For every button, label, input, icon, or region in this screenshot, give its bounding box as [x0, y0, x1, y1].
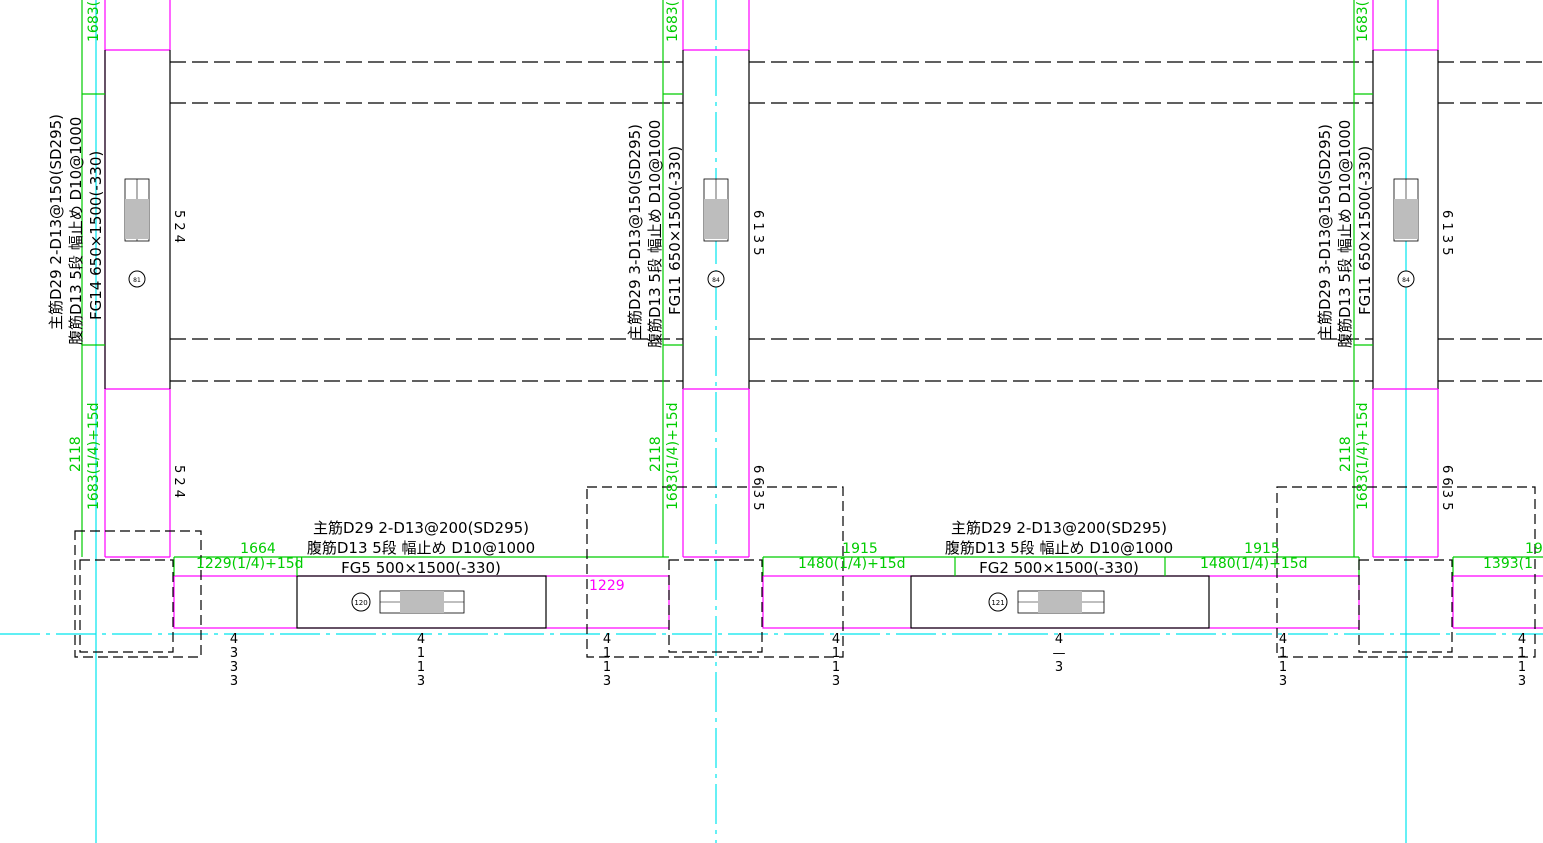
dim-end-right: 1480(1/4)+15d: [1200, 556, 1308, 572]
column-lower-stack: 6 6 3 5: [750, 465, 765, 510]
dim-top: 1683(1: [86, 0, 102, 42]
column-lower-stack: 6 6 3 5: [1439, 465, 1454, 510]
column-main-rebar: 主筋D29 3-D13@150(SD295): [1316, 124, 1334, 340]
dim-right: 1229: [589, 578, 625, 594]
bubble-number: 84: [1402, 277, 1410, 284]
bottom-stack: 4113: [1518, 632, 1526, 689]
dim-top-left: 1915: [842, 541, 878, 557]
dim-end-left: 1480(1/4)+15d: [798, 556, 906, 572]
bottom-stack: 4113: [832, 632, 840, 689]
dim-top-right: 1915: [1244, 541, 1280, 557]
column-upper-stack: 6 1 3 5: [1439, 210, 1454, 255]
column-web-rebar: 腹筋D13 5段 幅止め D10@1000: [67, 117, 85, 345]
column-1-labels: FG14 650×1500(-330): [87, 151, 105, 320]
column-main-rebar: 主筋D29 2-D13@150(SD295): [47, 114, 65, 330]
bottom-stack: 4333: [230, 632, 238, 689]
column-main-rebar: 主筋D29 3-D13@150(SD295): [626, 124, 644, 340]
column-web-rebar: 腹筋D13 5段 幅止め D10@1000: [646, 120, 664, 348]
beam-web-rebar: 腹筋D13 5段 幅止め D10@1000: [945, 539, 1173, 557]
bubble-number: 81: [133, 277, 141, 284]
bottom-stack: 4113: [603, 632, 611, 689]
bottom-stack: 4113: [417, 632, 425, 689]
column-beam-label: FG14 650×1500(-330): [87, 151, 105, 320]
dim-top: 1683(: [665, 1, 681, 42]
beam-label: FG2 500×1500(-330): [979, 559, 1139, 577]
column-upper-stack: 5 2 4: [171, 210, 186, 243]
dim-end: 1229(1/4)+15d: [196, 556, 304, 572]
dim-lower: 1683(1/4)+15d: [86, 402, 102, 510]
beam-web-rebar: 腹筋D13 5段 幅止め D10@1000: [307, 539, 535, 557]
bottom-stack: 4—3: [1053, 632, 1066, 675]
bubble-number: 120: [354, 599, 367, 607]
dim-top-partial: 19: [1525, 541, 1543, 557]
footing-outlines: [74, 486, 1536, 658]
column-web-rebar: 腹筋D13 5段 幅止め D10@1000: [1336, 120, 1354, 348]
dim-lower: 1683(1/4)+15d: [665, 402, 681, 510]
dim-total: 2118: [1338, 436, 1354, 472]
column-beam-label: FG11 650×1500(-330): [666, 146, 684, 315]
column-lower-stack: 5 2 4: [171, 465, 186, 498]
dim-top: 1664: [240, 541, 276, 557]
dim-total: 2118: [648, 436, 664, 472]
beam-main-rebar: 主筋D29 2-D13@200(SD295): [951, 519, 1167, 537]
dim-end-partial: 1393(1: [1483, 556, 1533, 572]
column-upper-stack: 6 1 3 5: [750, 210, 765, 255]
grid-lines: [0, 0, 1543, 843]
drawing-canvas: .dash { stroke:#000; stroke-width:1.3; s…: [0, 0, 1543, 843]
dim-total: 2118: [68, 436, 84, 472]
beam-main-rebar: 主筋D29 2-D13@200(SD295): [313, 519, 529, 537]
column-beam-label: FG11 650×1500(-330): [1356, 146, 1374, 315]
bubble-number: 84: [712, 277, 720, 284]
bottom-stack: 4113: [1279, 632, 1287, 689]
dim-top: 1683(: [1355, 1, 1371, 42]
beam-label: FG5 500×1500(-330): [341, 559, 501, 577]
bubble-number: 121: [991, 599, 1004, 607]
dim-lower: 1683(1/4)+15d: [1355, 402, 1371, 510]
